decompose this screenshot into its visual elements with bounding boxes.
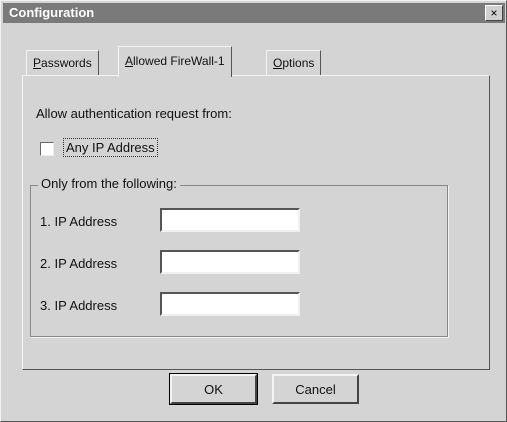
tab-options-mnemonic: O <box>273 56 283 70</box>
tab-passwords-mnemonic: P <box>33 56 42 70</box>
title-bar[interactable]: Configuration × <box>3 3 505 23</box>
tab-allowed-firewall[interactable]: Allowed FireWall-1 <box>118 46 232 77</box>
tab-passwords[interactable]: Passwords <box>26 50 99 75</box>
tab-allowed-firewall-mnemonic: A <box>125 54 134 68</box>
tab-options-label: ptions <box>282 56 315 70</box>
tab-passwords-label: asswords <box>41 56 92 70</box>
tab-panel <box>22 75 490 370</box>
ok-button[interactable]: OK <box>169 373 258 405</box>
tab-options[interactable]: Options <box>266 50 322 75</box>
window-title: Configuration <box>9 5 95 20</box>
tab-allowed-firewall-label: llowed FireWall-1 <box>133 54 225 68</box>
close-icon[interactable]: × <box>485 5 503 21</box>
cancel-button[interactable]: Cancel <box>272 374 359 404</box>
